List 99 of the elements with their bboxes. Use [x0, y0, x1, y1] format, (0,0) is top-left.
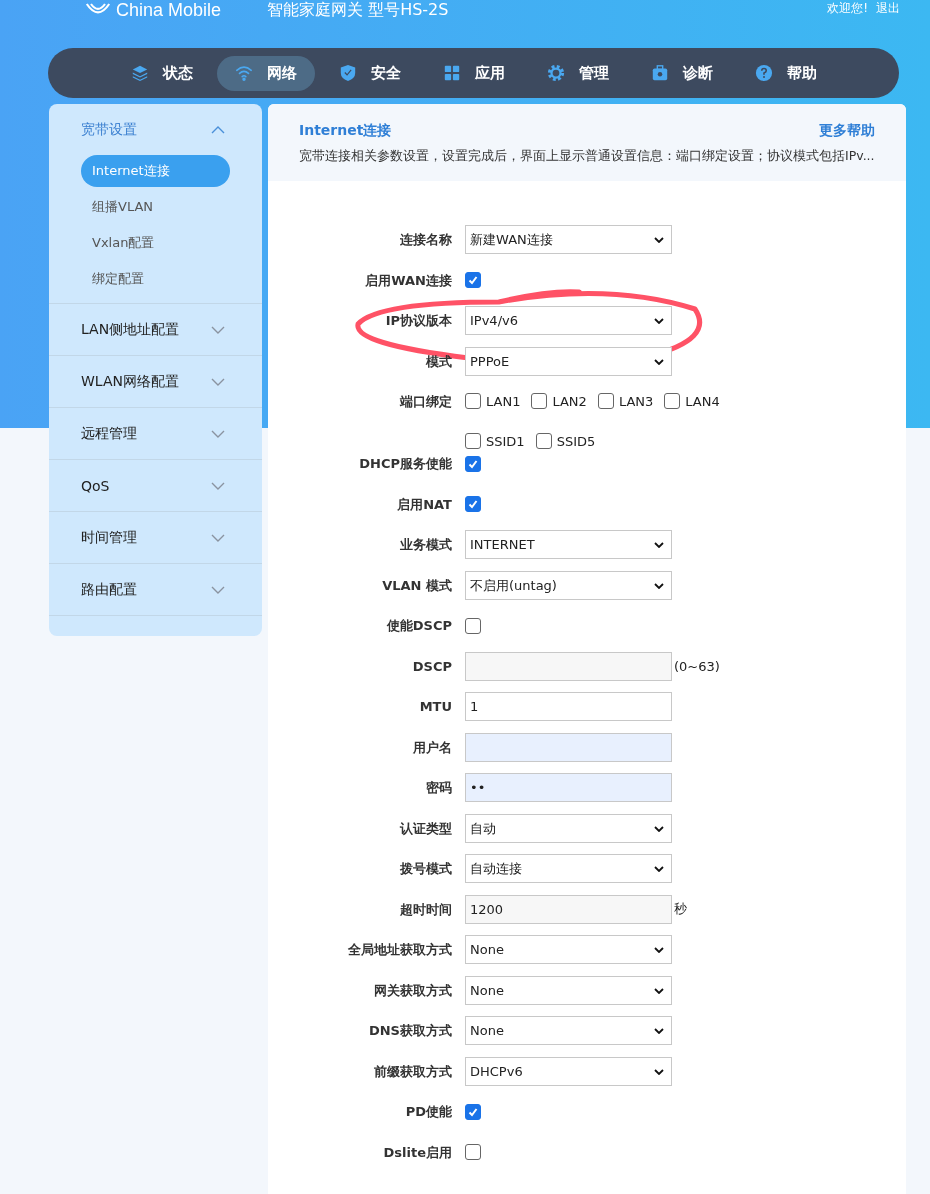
- dropdown-select[interactable]: None: [465, 935, 672, 964]
- input-field[interactable]: 1200: [465, 894, 672, 924]
- sidebar-group[interactable]: LAN侧地址配置: [49, 304, 262, 355]
- logo-text: China Mobile: [116, 0, 222, 21]
- field-label: 启用WAN连接: [364, 271, 452, 290]
- field-label: 网关获取方式: [373, 981, 452, 1000]
- panel-title: Internet连接: [299, 122, 392, 140]
- nav-tab[interactable]: 帮助: [736, 55, 835, 91]
- sidebar-item[interactable]: Vxlan配置: [81, 227, 230, 259]
- caret-icon: [654, 318, 664, 324]
- nav-tab[interactable]: 安全: [320, 55, 419, 91]
- nav-tab[interactable]: 管理: [528, 55, 627, 91]
- checkbox[interactable]: [535, 433, 552, 449]
- dropdown-select[interactable]: 自动: [465, 813, 672, 843]
- caret-icon: [654, 1028, 664, 1034]
- dropdown-select[interactable]: 不启用(untag): [465, 570, 672, 600]
- field-label: DHCP服务使能: [358, 455, 452, 473]
- nav-tab[interactable]: 网络: [216, 55, 315, 91]
- field-label: DNS获取方式: [367, 1022, 452, 1040]
- shield-icon: [338, 64, 357, 82]
- caret-icon: [654, 1068, 664, 1075]
- caret-icon: [654, 582, 664, 589]
- field-label: IP协议版本: [384, 312, 452, 330]
- layers-icon: [130, 64, 149, 82]
- device-title: 智能家庭网关 型号HS-2S: [267, 0, 449, 21]
- welcome-text: 欢迎您!: [827, 0, 868, 17]
- checkbox[interactable]: [465, 433, 481, 449]
- checkbox-label: LAN2: [552, 393, 587, 409]
- sidebar-group[interactable]: WLAN网络配置: [49, 356, 262, 407]
- field-label: MTU: [418, 698, 452, 716]
- sidebar-item[interactable]: 组播VLAN: [81, 191, 230, 223]
- wifi-icon: [234, 64, 253, 82]
- checkbox[interactable]: [465, 496, 481, 512]
- field-suffix: 秒: [674, 900, 687, 918]
- checkbox[interactable]: [465, 1144, 481, 1160]
- dropdown-select[interactable]: None: [465, 1016, 672, 1045]
- checkbox[interactable]: [597, 393, 614, 409]
- field-label: 模式: [424, 352, 452, 371]
- help-icon: [754, 64, 773, 82]
- nav-tab[interactable]: 诊断: [632, 55, 731, 91]
- caret-icon: [654, 542, 664, 548]
- caret-icon: [654, 237, 664, 243]
- sidebar-item[interactable]: 绑定配置: [81, 263, 230, 295]
- caret-icon: [654, 866, 664, 872]
- checkbox[interactable]: [465, 272, 481, 288]
- field-label: PD使能: [404, 1103, 452, 1121]
- checkbox[interactable]: [465, 617, 481, 634]
- dropdown-select[interactable]: INTERNET: [465, 530, 672, 559]
- checkbox-label: LAN3: [618, 393, 654, 409]
- dropdown-select[interactable]: 自动连接: [465, 854, 672, 883]
- caret-icon: [654, 947, 664, 953]
- sidebar-group[interactable]: 远程管理: [49, 408, 262, 459]
- field-label: 密码: [425, 779, 452, 797]
- field-label: 前缀获取方式: [373, 1062, 452, 1081]
- field-label: 全局地址获取方式: [347, 941, 452, 959]
- input-field[interactable]: ••: [465, 773, 672, 802]
- panel-description: 宽带连接相关参数设置，设置完成后，界面上显示普通设置信息：端口绑定设置；协议模式包括IPv...: [299, 148, 875, 165]
- checkbox[interactable]: [664, 393, 681, 409]
- caret-icon: [654, 825, 664, 832]
- field-label: 业务模式: [399, 536, 452, 554]
- caret-icon: [654, 987, 664, 994]
- field-label: VLAN 模式: [381, 576, 452, 595]
- field-label: DSCP: [411, 657, 452, 676]
- checkbox-label: LAN4: [685, 393, 720, 409]
- sidebar-group[interactable]: 路由配置: [49, 564, 262, 615]
- checkbox[interactable]: [465, 393, 481, 409]
- dropdown-select[interactable]: 新建WAN连接: [465, 225, 672, 254]
- more-help-link[interactable]: 更多帮助: [818, 122, 875, 140]
- checkbox-label: SSID1: [486, 433, 525, 449]
- settings-icon: [546, 64, 565, 82]
- dropdown-select[interactable]: DHCPv6: [465, 1056, 672, 1086]
- checkbox[interactable]: [465, 1103, 481, 1120]
- field-label: 连接名称: [399, 231, 452, 249]
- field-suffix: (0~63): [674, 658, 720, 674]
- checkbox-label: SSID5: [556, 433, 596, 449]
- sidebar-group[interactable]: 时间管理: [49, 512, 262, 563]
- field-label: 拨号模式: [399, 860, 452, 878]
- field-label: 使能DSCP: [385, 617, 452, 635]
- dropdown-select[interactable]: PPPoE: [465, 346, 672, 376]
- input-field[interactable]: [465, 732, 672, 762]
- field-label: 超时时间: [399, 900, 452, 919]
- sidebar-group[interactable]: QoS: [49, 460, 262, 511]
- nav-tab[interactable]: 状态: [112, 55, 211, 91]
- toolbox-icon: [650, 64, 669, 82]
- field-label: Dslite启用: [382, 1143, 452, 1162]
- checkbox-label: LAN1: [486, 393, 521, 409]
- field-label: 启用NAT: [396, 495, 452, 514]
- grid-icon: [442, 64, 461, 82]
- dropdown-select[interactable]: IPv4/v6: [465, 306, 672, 335]
- checkbox[interactable]: [531, 393, 548, 409]
- input-field[interactable]: 1: [465, 692, 672, 721]
- nav-tab[interactable]: 应用: [424, 55, 523, 91]
- checkbox[interactable]: [465, 455, 481, 472]
- field-label: 用户名: [412, 738, 452, 757]
- field-label: 端口绑定: [398, 393, 452, 411]
- field-label: 认证类型: [399, 819, 452, 838]
- dropdown-select[interactable]: None: [465, 975, 672, 1005]
- input-field[interactable]: [465, 651, 672, 681]
- caret-icon: [654, 358, 664, 365]
